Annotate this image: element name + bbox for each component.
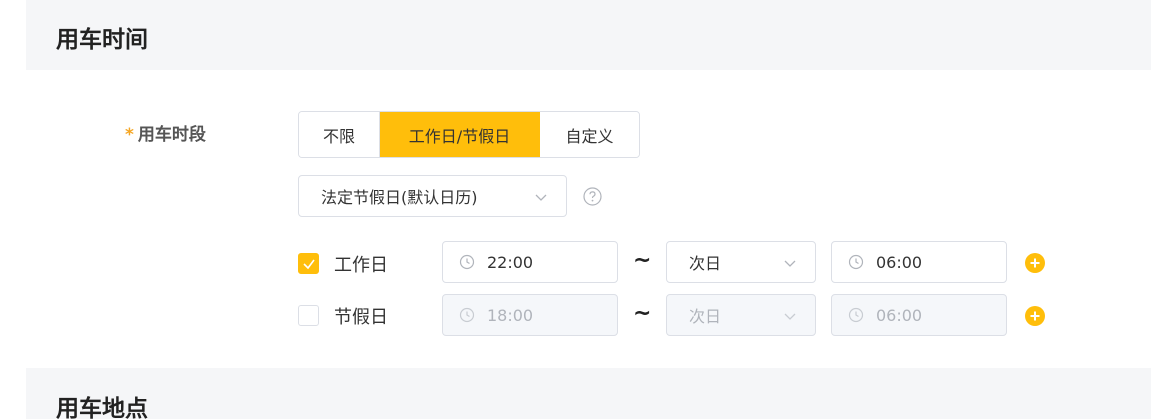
period-field-label: * 用车时段: [125, 120, 206, 145]
holiday-checkbox[interactable]: [298, 305, 319, 326]
calendar-select[interactable]: 法定节假日(默认日历): [298, 175, 567, 217]
calendar-select-value: 法定节假日(默认日历): [321, 188, 478, 207]
holiday-end-value: 06:00: [876, 305, 923, 325]
holiday-add-icon[interactable]: [1024, 305, 1046, 327]
period-segmented-control: 不限 工作日/节假日 自定义: [298, 111, 640, 158]
section-header-time: 用车时间: [26, 0, 1151, 70]
clock-icon: [459, 307, 475, 323]
workday-label: 工作日: [334, 255, 388, 276]
section-title-location: 用车地点: [56, 396, 148, 419]
workday-start-value: 22:00: [487, 252, 534, 272]
section-title-time: 用车时间: [56, 27, 148, 53]
clock-icon: [459, 254, 475, 270]
chevron-down-icon: [535, 194, 547, 201]
period-option-workday-holiday[interactable]: 工作日/节假日: [380, 112, 540, 157]
workday-checkbox[interactable]: [298, 253, 319, 274]
range-separator: ~: [633, 248, 652, 273]
help-icon[interactable]: [583, 187, 602, 206]
holiday-end-time[interactable]: 06:00: [831, 294, 1007, 336]
clock-icon: [848, 307, 864, 323]
check-icon: [303, 259, 315, 270]
period-label-text: 用车时段: [137, 125, 206, 145]
holiday-start-time[interactable]: 18:00: [442, 294, 618, 336]
period-option-custom[interactable]: 自定义: [540, 112, 639, 157]
section-header-location: 用车地点: [26, 368, 1151, 419]
workday-day-select[interactable]: 次日: [666, 241, 816, 283]
clock-icon: [848, 254, 864, 270]
workday-end-time[interactable]: 06:00: [831, 241, 1007, 283]
period-option-unlimited[interactable]: 不限: [299, 112, 380, 157]
workday-add-icon[interactable]: [1024, 252, 1046, 274]
required-mark: *: [125, 125, 134, 145]
workday-end-value: 06:00: [876, 252, 923, 272]
holiday-start-value: 18:00: [487, 305, 534, 325]
range-separator: ~: [633, 301, 652, 326]
chevron-down-icon: [784, 260, 796, 267]
holiday-day-select[interactable]: 次日: [666, 294, 816, 336]
holiday-day-value: 次日: [689, 307, 722, 326]
holiday-label: 节假日: [334, 307, 388, 328]
workday-day-value: 次日: [689, 254, 722, 273]
chevron-down-icon: [784, 313, 796, 320]
workday-start-time[interactable]: 22:00: [442, 241, 618, 283]
